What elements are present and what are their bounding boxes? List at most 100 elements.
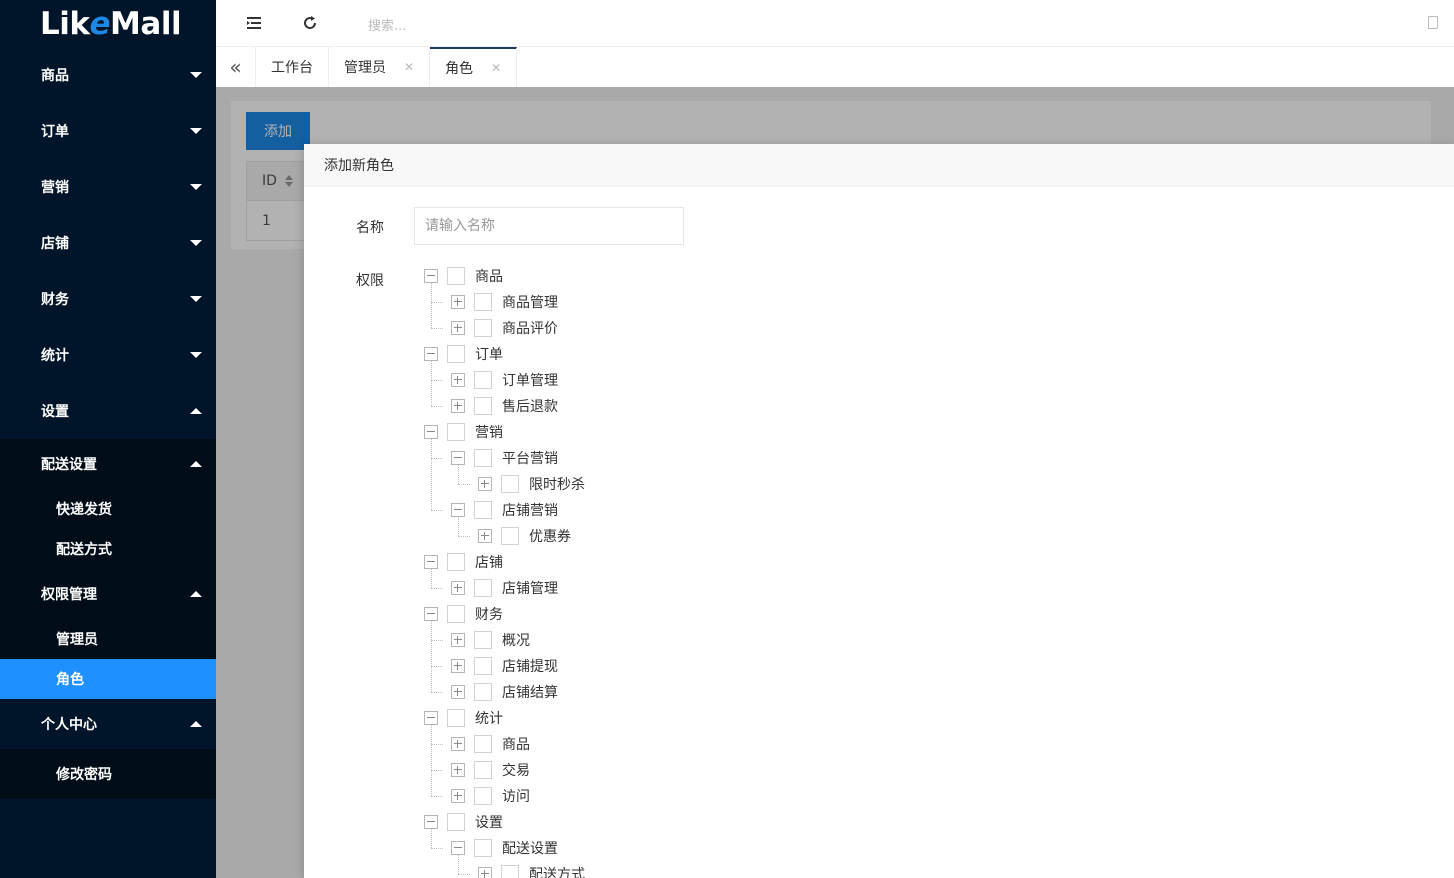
tree-node-checkbox[interactable] — [474, 839, 492, 857]
sidebar-item-personal[interactable]: 个人中心 — [0, 699, 216, 749]
tree-node-checkbox[interactable] — [447, 267, 465, 285]
sidebar-item-roles[interactable]: 角色 — [0, 659, 216, 699]
tree-node-checkbox[interactable] — [447, 423, 465, 441]
name-input[interactable] — [414, 207, 684, 245]
tree-node-checkbox[interactable] — [474, 735, 492, 753]
double-chevron-left-icon[interactable]: « — [216, 47, 256, 87]
expand-icon[interactable] — [478, 477, 492, 491]
expand-icon[interactable] — [451, 737, 465, 751]
sidebar-item-settings[interactable]: 设置 — [0, 383, 216, 439]
tree-node-checkbox[interactable] — [474, 319, 492, 337]
sidebar-item-finance[interactable]: 财务 — [0, 271, 216, 327]
tree-node-label[interactable]: 限时秒杀 — [529, 474, 585, 494]
tree-node-label[interactable]: 配送方式 — [529, 864, 585, 878]
collapse-icon[interactable] — [424, 815, 438, 829]
permission-row: 权限 — [304, 270, 399, 290]
tree-node-checkbox[interactable] — [447, 709, 465, 727]
tree-node-label[interactable]: 交易 — [502, 760, 530, 780]
tab-admins[interactable]: 管理员 ✕ — [329, 47, 431, 87]
tree-node-label[interactable]: 售后退款 — [502, 396, 558, 416]
sidebar-item-admins[interactable]: 管理员 — [0, 619, 216, 659]
tree-node-label[interactable]: 商品 — [475, 266, 503, 286]
expand-icon[interactable] — [478, 529, 492, 543]
collapse-icon[interactable] — [451, 451, 465, 465]
sidebar-item-delivery-settings[interactable]: 配送设置 — [0, 439, 216, 489]
collapse-icon[interactable] — [424, 347, 438, 361]
menu-fold-icon[interactable] — [245, 14, 263, 32]
tree-node-label[interactable]: 访问 — [502, 786, 530, 806]
tree-node-label[interactable]: 统计 — [475, 708, 503, 728]
tree-node-label[interactable]: 设置 — [475, 812, 503, 832]
tree-node-label[interactable]: 店铺提现 — [502, 656, 558, 676]
tree-node-label[interactable]: 优惠券 — [529, 526, 571, 546]
tree-node-checkbox[interactable] — [447, 605, 465, 623]
search-input[interactable]: 搜索... — [368, 15, 406, 34]
collapse-icon[interactable] — [424, 555, 438, 569]
tree-node-label[interactable]: 商品管理 — [502, 292, 558, 312]
tree-node-checkbox[interactable] — [474, 293, 492, 311]
tree-node-checkbox[interactable] — [474, 631, 492, 649]
sidebar-item-shop[interactable]: 店铺 — [0, 215, 216, 271]
tree-node-checkbox[interactable] — [474, 761, 492, 779]
expand-icon[interactable] — [451, 789, 465, 803]
tree-node-label[interactable]: 营销 — [475, 422, 503, 442]
tree-node-checkbox[interactable] — [501, 475, 519, 493]
expand-icon[interactable] — [451, 321, 465, 335]
document-icon[interactable] — [1428, 16, 1438, 29]
sidebar-item-goods[interactable]: 商品 — [0, 47, 216, 103]
tab-workbench[interactable]: 工作台 — [256, 47, 329, 87]
expand-icon[interactable] — [451, 295, 465, 309]
expand-icon[interactable] — [451, 763, 465, 777]
collapse-icon[interactable] — [424, 607, 438, 621]
sidebar-item-permission[interactable]: 权限管理 — [0, 569, 216, 619]
tree-node-checkbox[interactable] — [474, 787, 492, 805]
tree-node-label[interactable]: 店铺管理 — [502, 578, 558, 598]
sidebar-item-marketing[interactable]: 营销 — [0, 159, 216, 215]
tree-node-label[interactable]: 财务 — [475, 604, 503, 624]
tree-node-checkbox[interactable] — [474, 449, 492, 467]
tree-node-label[interactable]: 订单 — [475, 344, 503, 364]
expand-icon[interactable] — [451, 373, 465, 387]
expand-icon[interactable] — [478, 867, 492, 878]
collapse-icon[interactable] — [451, 503, 465, 517]
tree-node-label[interactable]: 配送设置 — [502, 838, 558, 858]
tree-node-checkbox[interactable] — [474, 657, 492, 675]
chevron-up-icon — [190, 591, 202, 597]
tree-node-label[interactable]: 店铺 — [475, 552, 503, 572]
tree-node-label[interactable]: 平台营销 — [502, 448, 558, 468]
tree-node-checkbox[interactable] — [501, 865, 519, 878]
collapse-icon[interactable] — [451, 841, 465, 855]
tree-node-checkbox[interactable] — [474, 397, 492, 415]
tree-node-checkbox[interactable] — [447, 345, 465, 363]
sidebar-item-change-password[interactable]: 修改密码 — [0, 749, 216, 799]
collapse-icon[interactable] — [424, 269, 438, 283]
sidebar-item-express[interactable]: 快递发货 — [0, 489, 216, 529]
tree-node-checkbox[interactable] — [474, 579, 492, 597]
expand-icon[interactable] — [451, 581, 465, 595]
sidebar-item-stats[interactable]: 统计 — [0, 327, 216, 383]
expand-icon[interactable] — [451, 685, 465, 699]
close-icon[interactable]: ✕ — [404, 60, 414, 74]
tree-node-label[interactable]: 店铺营销 — [502, 500, 558, 520]
tree-node-checkbox[interactable] — [474, 371, 492, 389]
collapse-icon[interactable] — [424, 711, 438, 725]
tree-node-label[interactable]: 店铺结算 — [502, 682, 558, 702]
tree-node-label[interactable]: 商品 — [502, 734, 530, 754]
tree-node-checkbox[interactable] — [474, 683, 492, 701]
sidebar-item-delivery-method[interactable]: 配送方式 — [0, 529, 216, 569]
tab-roles[interactable]: 角色 ✕ — [430, 47, 518, 87]
tree-node-label[interactable]: 商品评价 — [502, 318, 558, 338]
close-icon[interactable]: ✕ — [491, 61, 501, 75]
tree-node-checkbox[interactable] — [447, 553, 465, 571]
expand-icon[interactable] — [451, 633, 465, 647]
tree-node-label[interactable]: 订单管理 — [502, 370, 558, 390]
tree-node-checkbox[interactable] — [447, 813, 465, 831]
sidebar-item-orders[interactable]: 订单 — [0, 103, 216, 159]
expand-icon[interactable] — [451, 659, 465, 673]
expand-icon[interactable] — [451, 399, 465, 413]
tree-node-label[interactable]: 概况 — [502, 630, 530, 650]
collapse-icon[interactable] — [424, 425, 438, 439]
tree-node-checkbox[interactable] — [474, 501, 492, 519]
tree-node-checkbox[interactable] — [501, 527, 519, 545]
refresh-icon[interactable] — [301, 14, 319, 32]
